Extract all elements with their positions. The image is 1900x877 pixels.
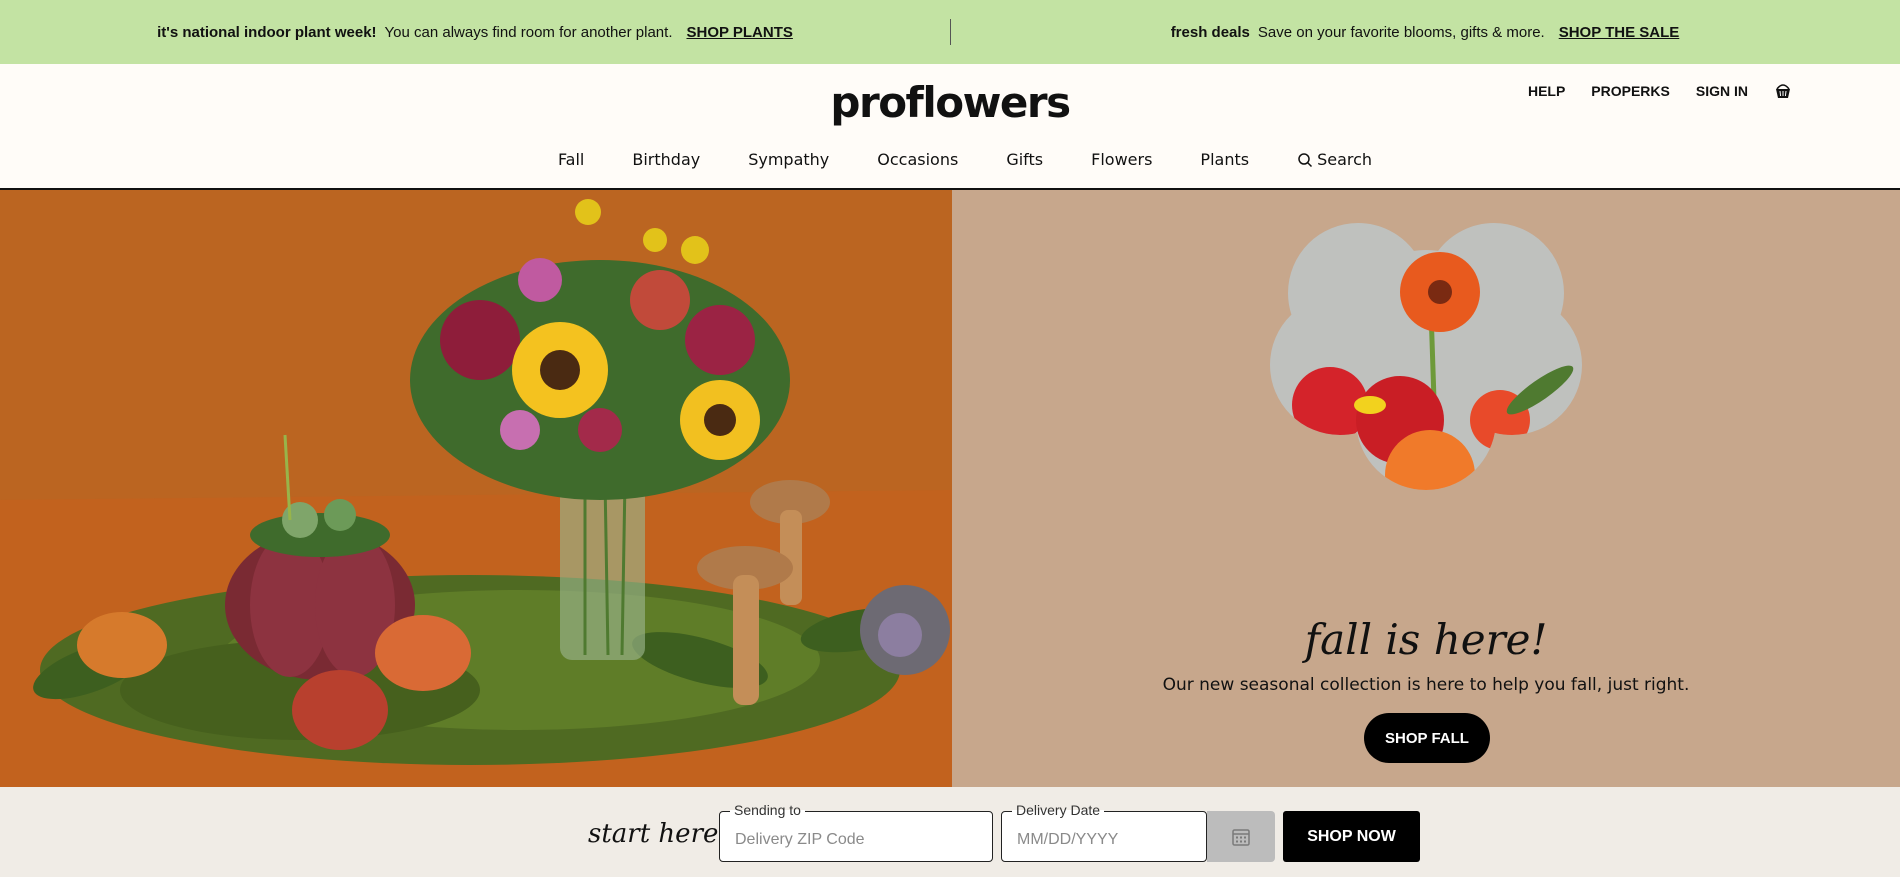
cart-basket-icon[interactable] [1774,82,1792,100]
site-header: proflowers HELP PROPERKS SIGN IN Fall Bi… [0,64,1900,190]
shop-fall-button[interactable]: SHOP FALL [1364,713,1490,763]
nav-item-fall[interactable]: Fall [558,150,584,169]
help-link[interactable]: HELP [1528,83,1565,99]
hero-title: fall is here! [1304,615,1548,664]
promo-left: it's national indoor plant week! You can… [0,0,950,64]
shop-now-button[interactable]: SHOP NOW [1283,811,1420,862]
search-label: Search [1317,150,1373,169]
hero-image-fall-arrangement [0,190,952,787]
sign-in-link[interactable]: SIGN IN [1696,83,1748,99]
calendar-icon [1232,828,1250,846]
promo-right-text: Save on your favorite blooms, gifts & mo… [1257,23,1545,41]
zip-field-label: Sending to [730,802,805,818]
start-here-bar: start here Sending to Delivery Date SHOP… [0,787,1900,877]
shop-plants-link[interactable]: SHOP PLANTS [686,24,792,41]
nav-item-occasions[interactable]: Occasions [877,150,958,169]
nav-item-gifts[interactable]: Gifts [1006,150,1043,169]
nav-search[interactable]: Search [1297,150,1372,169]
promo-left-headline: it's national indoor plant week! [157,23,377,41]
promo-right-headline: fresh deals [1170,23,1250,41]
shop-the-sale-link[interactable]: SHOP THE SALE [1559,24,1680,41]
delivery-date-input[interactable] [1002,812,1206,861]
nav-item-flowers[interactable]: Flowers [1091,150,1152,169]
utility-nav: HELP PROPERKS SIGN IN [1528,82,1792,100]
hero-promo-panel: fall is here! Our new seasonal collectio… [952,190,1900,787]
promo-left-text: You can always find room for another pla… [384,23,673,41]
flower-shaped-image [1270,223,1582,490]
promo-divider [950,19,951,45]
promo-bar: it's national indoor plant week! You can… [0,0,1900,64]
promo-right: fresh deals Save on your favorite blooms… [950,0,1900,64]
nav-item-birthday[interactable]: Birthday [632,150,700,169]
delivery-zip-input[interactable] [720,812,992,861]
search-icon [1298,152,1313,167]
nav-item-plants[interactable]: Plants [1200,150,1249,169]
properks-link[interactable]: PROPERKS [1591,83,1670,99]
hero-subtitle: Our new seasonal collection is here to h… [1162,675,1690,695]
zip-field: Sending to [719,802,993,862]
main-nav: Fall Birthday Sympathy Occasions Gifts F… [0,150,1900,169]
date-field-label: Delivery Date [1012,802,1105,818]
start-here-label: start here [588,819,719,849]
calendar-button[interactable] [1207,811,1275,862]
date-field: Delivery Date [1001,802,1207,862]
nav-item-sympathy[interactable]: Sympathy [748,150,829,169]
